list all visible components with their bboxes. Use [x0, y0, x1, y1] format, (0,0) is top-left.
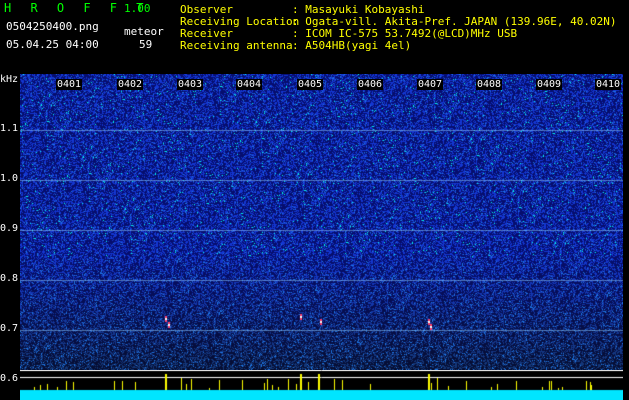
meteor-label: meteor: [124, 25, 164, 38]
program-version: 1.00: [124, 2, 151, 15]
y-tick-0-6: 0.6: [0, 373, 19, 384]
antenna-value: : A504HB(yagi 4el): [292, 39, 412, 52]
y-unit-label: kHz: [0, 74, 19, 85]
x-tick-0409: 0409: [536, 79, 563, 90]
timestamp: 05.04.25 04:00: [6, 38, 99, 51]
signal-strength-strip: [20, 370, 623, 400]
x-tick-0402: 0402: [117, 79, 144, 90]
y-tick-0-8: 0.8: [0, 273, 19, 284]
x-tick-0401: 0401: [56, 79, 83, 90]
y-tick-0-9: 0.9: [0, 223, 19, 234]
meteor-count: 59: [139, 38, 153, 51]
x-tick-0408: 0408: [476, 79, 503, 90]
header-panel: H R O F F T 1.00 0504250400.png 05.04.25…: [0, 0, 629, 74]
x-tick-0403: 0403: [177, 79, 204, 90]
x-tick-0410: 0410: [595, 79, 622, 90]
antenna-label: Receiving antenna: [180, 39, 293, 52]
y-tick-0-7: 0.7: [0, 323, 19, 334]
file-name: 0504250400.png: [6, 20, 99, 33]
y-tick-1-1: 1.1: [0, 123, 19, 134]
y-axis-panel: kHz 1.1 1.0 0.9 0.8 0.7 0.6: [0, 74, 20, 400]
x-tick-0406: 0406: [357, 79, 384, 90]
y-tick-1-0: 1.0: [0, 173, 19, 184]
x-tick-0407: 0407: [417, 79, 444, 90]
x-tick-0405: 0405: [297, 79, 324, 90]
spectrogram-plot: [20, 74, 623, 370]
x-tick-0404: 0404: [236, 79, 263, 90]
